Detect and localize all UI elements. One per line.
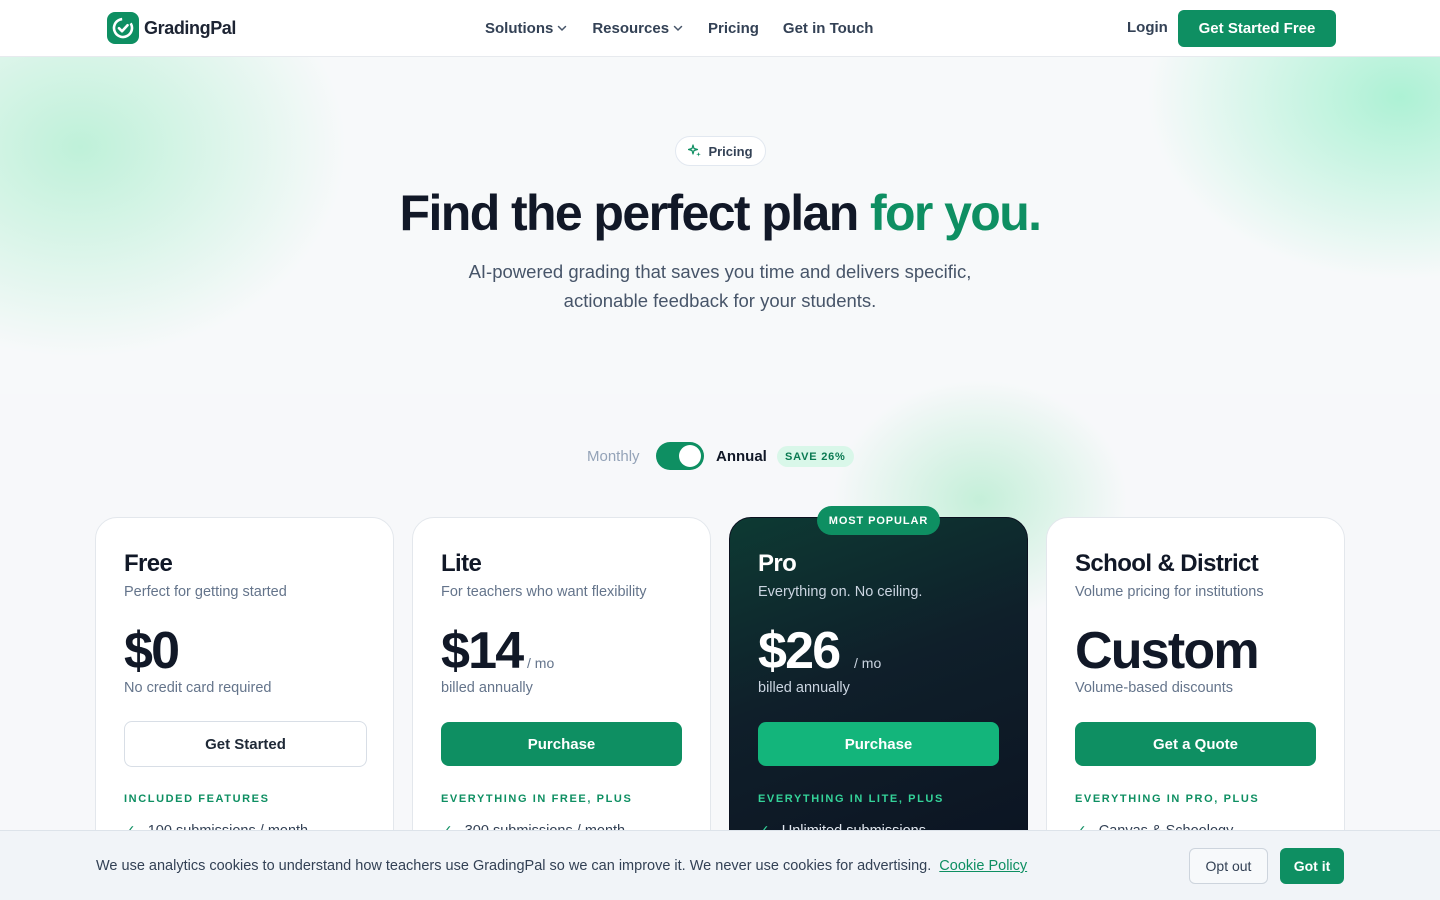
plan-note: billed annually xyxy=(758,680,850,696)
monthly-label[interactable]: Monthly xyxy=(587,448,640,465)
toggle-knob xyxy=(679,445,701,467)
title-main: Find the perfect plan xyxy=(399,185,860,241)
top-navbar: GradingPal Solutions Resources Pricing G… xyxy=(0,0,1440,57)
features-heading: EVERYTHING IN FREE, PLUS xyxy=(441,793,633,805)
nav-resources-label: Resources xyxy=(592,19,670,37)
plan-price: $14 xyxy=(441,622,524,680)
nav-links: Solutions Resources Pricing Get in Touch xyxy=(485,18,873,38)
plan-name: School & District xyxy=(1075,550,1259,577)
annual-label[interactable]: Annual xyxy=(716,448,767,465)
nav-solutions[interactable]: Solutions xyxy=(485,18,568,38)
subtitle-line-2: actionable feedback for your students. xyxy=(563,290,877,311)
plan-note: No credit card required xyxy=(124,680,272,696)
get-started-free-button[interactable]: Get Started Free xyxy=(1178,10,1336,47)
logo[interactable]: GradingPal xyxy=(107,12,236,44)
login-link[interactable]: Login xyxy=(1127,19,1168,36)
plan-unit: / mo xyxy=(854,655,882,671)
subtitle-line-1: AI-powered grading that saves you time a… xyxy=(468,261,972,282)
plan-name: Lite xyxy=(441,550,482,577)
nav-pricing[interactable]: Pricing xyxy=(708,18,759,38)
plan-note: Volume-based discounts xyxy=(1075,680,1233,696)
plan-tagline: Perfect for getting started xyxy=(124,584,287,600)
save-badge: SAVE 26% xyxy=(777,446,854,467)
hero-section: Pricing Find the perfect plan for you. A… xyxy=(0,57,1440,394)
cookie-policy-link[interactable]: Cookie Policy xyxy=(939,858,1027,874)
features-heading: EVERYTHING IN LITE, PLUS xyxy=(758,793,944,805)
get-a-quote-button[interactable]: Get a Quote xyxy=(1075,722,1316,766)
logo-mark-icon xyxy=(107,12,139,44)
hero-subtitle: AI-powered grading that saves you time a… xyxy=(420,257,1020,315)
nav-resources[interactable]: Resources xyxy=(592,18,684,38)
plan-name: Free xyxy=(124,550,173,577)
pill-label: Pricing xyxy=(708,143,753,159)
chevron-down-icon xyxy=(558,25,567,32)
plan-price: $26 xyxy=(758,622,841,680)
chevron-down-icon xyxy=(673,25,683,32)
nav-get-in-touch[interactable]: Get in Touch xyxy=(783,18,874,38)
got-it-button[interactable]: Got it xyxy=(1280,848,1344,884)
opt-out-button[interactable]: Opt out xyxy=(1189,848,1268,884)
billing-toggle[interactable] xyxy=(656,442,704,470)
plan-tagline: Everything on. No ceiling. xyxy=(758,584,923,600)
features-heading: INCLUDED FEATURES xyxy=(124,793,270,805)
title-accent: for you. xyxy=(869,185,1042,241)
plan-note: billed annually xyxy=(441,680,533,696)
cookie-text: We use analytics cookies to understand h… xyxy=(96,858,1027,874)
plan-tagline: For teachers who want flexibility xyxy=(441,584,647,600)
nav-pricing-label: Pricing xyxy=(708,19,759,37)
cookie-message: We use analytics cookies to understand h… xyxy=(96,858,932,874)
nav-solutions-label: Solutions xyxy=(485,19,554,37)
page-title: Find the perfect plan for you. xyxy=(0,184,1440,242)
cookie-banner: We use analytics cookies to understand h… xyxy=(0,830,1440,900)
features-heading: EVERYTHING IN PRO, PLUS xyxy=(1075,793,1260,805)
sparkle-icon xyxy=(688,144,702,157)
most-popular-badge: MOST POPULAR xyxy=(817,506,940,535)
billing-toggle-row: Monthly Annual SAVE 26% xyxy=(0,442,1440,470)
plan-unit: / mo xyxy=(527,655,555,671)
purchase-pro-button[interactable]: Purchase xyxy=(758,722,999,766)
plan-tagline: Volume pricing for institutions xyxy=(1075,584,1264,600)
pricing-pill: Pricing xyxy=(675,136,766,166)
purchase-lite-button[interactable]: Purchase xyxy=(441,722,682,766)
nav-get-in-touch-label: Get in Touch xyxy=(782,19,874,37)
get-started-button[interactable]: Get Started xyxy=(124,721,367,767)
plan-price: Custom xyxy=(1075,622,1260,680)
plan-price: $0 xyxy=(124,622,180,680)
logo-text: GradingPal xyxy=(144,17,237,38)
plan-name: Pro xyxy=(758,550,797,577)
